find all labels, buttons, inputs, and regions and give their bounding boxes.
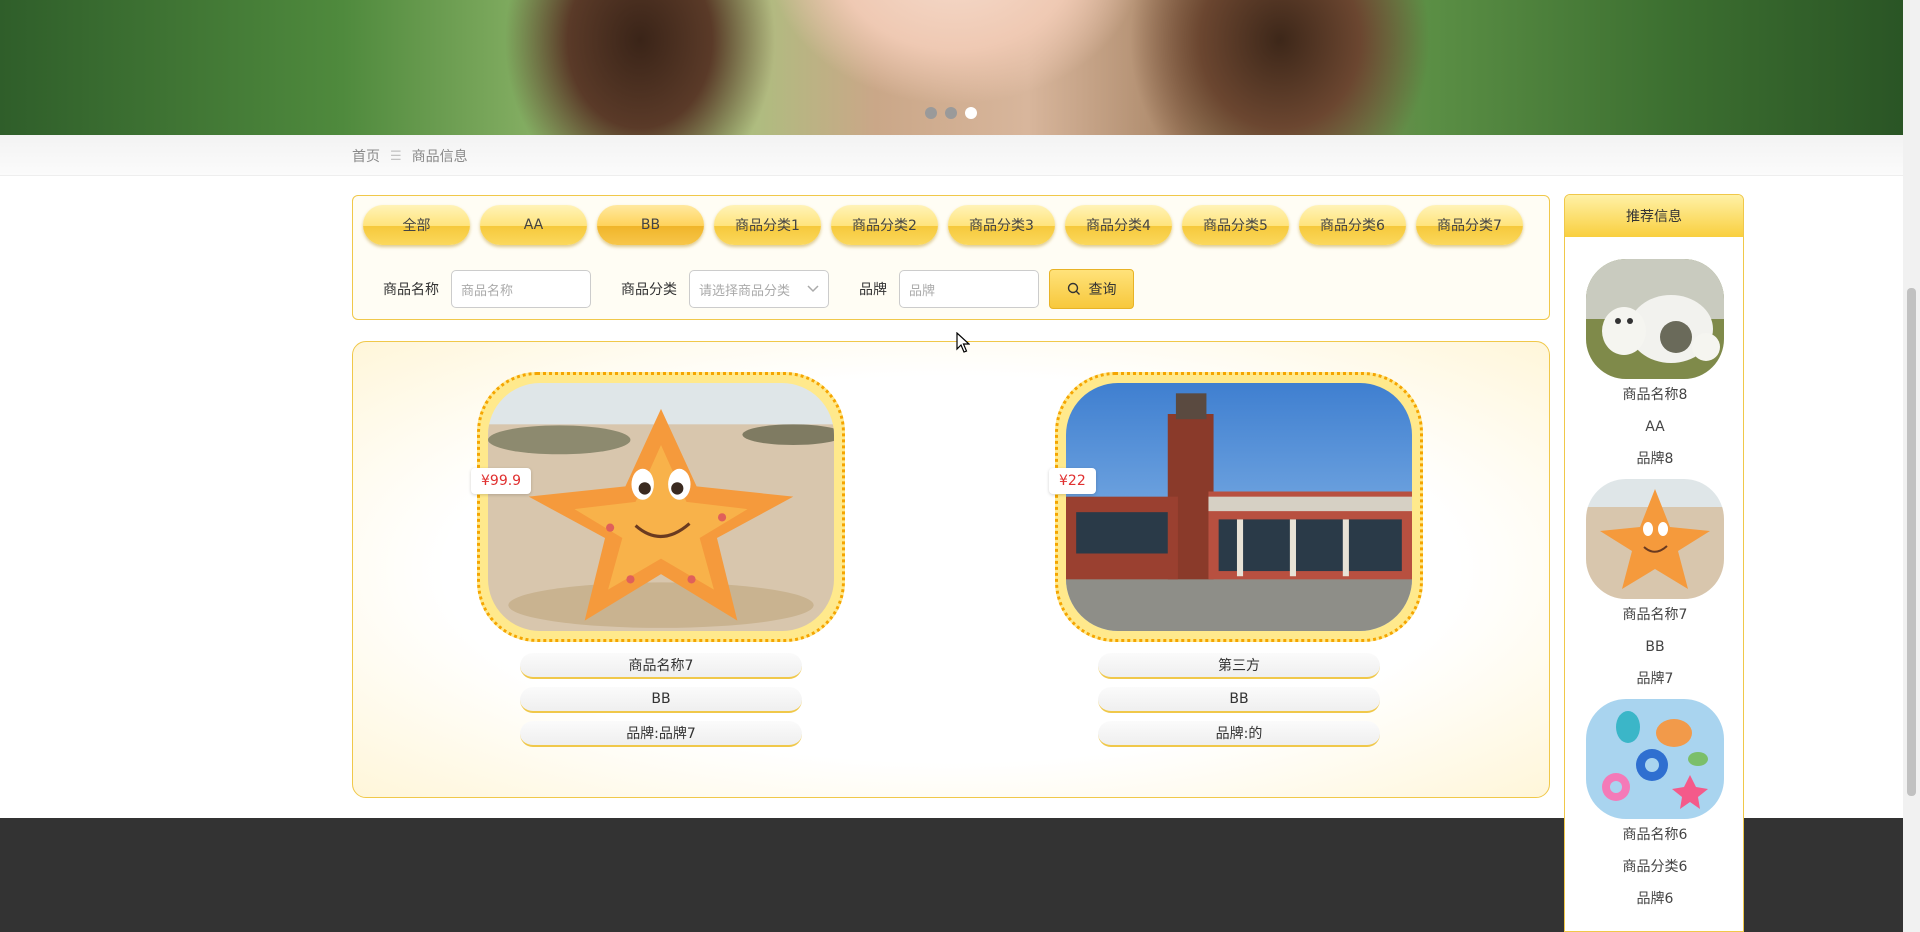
chevron-down-icon xyxy=(807,285,819,293)
product-price: ¥99.9 xyxy=(471,468,532,494)
product-category: BB xyxy=(1098,687,1380,713)
category-tab-2[interactable]: 商品分类2 xyxy=(831,205,938,245)
product-brand: 品牌:品牌7 xyxy=(520,721,802,747)
product-price: ¥22 xyxy=(1049,468,1096,494)
category-label: 商品分类 xyxy=(621,282,677,298)
breadcrumb-current: 商品信息 xyxy=(411,149,468,165)
product-name: 商品名称7 xyxy=(520,653,802,679)
category-tab-7[interactable]: 商品分类7 xyxy=(1416,205,1523,245)
search-button-label: 查询 xyxy=(1088,282,1117,298)
recommend-image-toys[interactable] xyxy=(1586,699,1724,819)
search-button[interactable]: 查询 xyxy=(1049,269,1134,309)
category-select[interactable]: 请选择商品分类 xyxy=(689,270,829,308)
category-tab-3[interactable]: 商品分类3 xyxy=(948,205,1055,245)
category-tab-all[interactable]: 全部 xyxy=(363,205,470,245)
hero-banner[interactable] xyxy=(0,0,1903,135)
product-image-starfish[interactable] xyxy=(488,383,834,631)
name-input[interactable]: 商品名称 xyxy=(451,270,591,308)
carousel-dot-1[interactable] xyxy=(925,107,937,119)
recommend-panel: 推荐信息 商品名称8 AA 品牌8 商品名称7 BB 品牌7 商品名称6 商品分… xyxy=(1564,194,1744,932)
category-tab-5[interactable]: 商品分类5 xyxy=(1182,205,1289,245)
carousel-dot-3[interactable] xyxy=(965,107,977,119)
breadcrumb: 首页 ☰ 商品信息 xyxy=(352,146,468,166)
mouse-cursor-icon xyxy=(956,332,970,353)
category-tab-aa[interactable]: AA xyxy=(480,205,587,245)
category-tabs: 全部 AA BB 商品分类1 商品分类2 商品分类3 商品分类4 商品分类5 商… xyxy=(363,205,1523,245)
recommend-item-name: 商品名称7 xyxy=(1622,607,1688,623)
recommend-item[interactable]: 商品名称8 AA 品牌8 xyxy=(1585,259,1725,475)
search-form: 商品名称 商品名称 商品分类 请选择商品分类 品牌 品牌 查询 xyxy=(383,269,1134,309)
category-select-placeholder: 请选择商品分类 xyxy=(699,283,791,299)
recommend-item-category: BB xyxy=(1645,639,1665,655)
product-category: BB xyxy=(520,687,802,713)
recommend-image-starfish[interactable] xyxy=(1586,479,1724,599)
recommend-image-bears[interactable] xyxy=(1586,259,1724,379)
recommend-item[interactable]: 商品名称6 商品分类6 品牌6 xyxy=(1585,699,1725,915)
breadcrumb-bar xyxy=(0,135,1903,176)
category-tab-1[interactable]: 商品分类1 xyxy=(714,205,821,245)
brand-label: 品牌 xyxy=(859,282,887,298)
recommend-title: 推荐信息 xyxy=(1565,195,1743,237)
product-image-frame[interactable] xyxy=(477,372,845,642)
carousel-dots xyxy=(925,107,977,119)
recommend-item-category: AA xyxy=(1645,419,1665,435)
category-tab-6[interactable]: 商品分类6 xyxy=(1299,205,1406,245)
product-brand: 品牌:的 xyxy=(1098,721,1380,747)
recommend-item-brand: 品牌7 xyxy=(1636,671,1674,687)
product-name: 第三方 xyxy=(1098,653,1380,679)
carousel-dot-2[interactable] xyxy=(945,107,957,119)
scrollbar-thumb[interactable] xyxy=(1907,288,1916,796)
recommend-item-name: 商品名称6 xyxy=(1622,827,1688,843)
product-image-building[interactable] xyxy=(1066,383,1412,631)
search-icon xyxy=(1067,282,1080,295)
recommend-item-brand: 品牌6 xyxy=(1636,891,1674,907)
category-tab-4[interactable]: 商品分类4 xyxy=(1065,205,1172,245)
breadcrumb-separator-icon: ☰ xyxy=(390,148,402,164)
brand-input[interactable]: 品牌 xyxy=(899,270,1039,308)
category-tab-bb[interactable]: BB xyxy=(597,205,704,245)
recommend-item-category: 商品分类6 xyxy=(1622,859,1688,875)
recommend-item[interactable]: 商品名称7 BB 品牌7 xyxy=(1585,479,1725,695)
product-image-frame[interactable] xyxy=(1055,372,1423,642)
recommend-item-brand: 品牌8 xyxy=(1636,451,1674,467)
breadcrumb-home[interactable]: 首页 xyxy=(352,146,380,166)
name-label: 商品名称 xyxy=(383,282,439,298)
recommend-item-name: 商品名称8 xyxy=(1622,387,1688,403)
